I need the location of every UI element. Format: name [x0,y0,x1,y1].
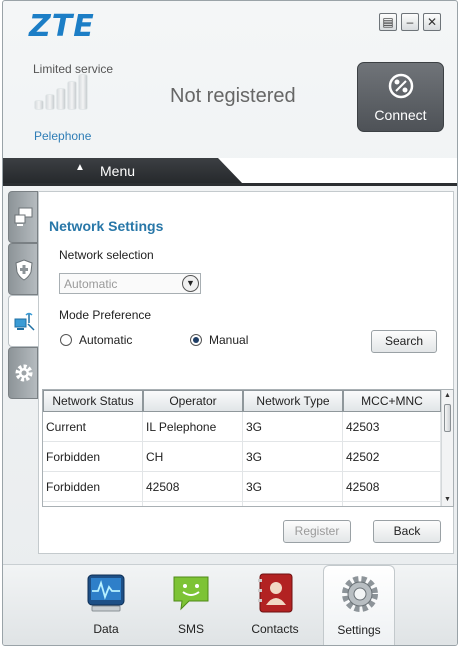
nav-contacts-label: Contacts [251,622,299,636]
minimize-icon[interactable]: – [401,13,419,31]
gear-icon [15,364,33,382]
connect-label: Connect [374,107,427,123]
menu-up-arrow-icon: ▲ [75,162,85,173]
network-selection-label: Network selection [59,248,154,262]
nav-settings-label: Settings [337,623,381,637]
connect-globe-icon [388,73,414,99]
back-button[interactable]: Back [373,520,441,543]
column-header[interactable]: Network Type [243,390,343,412]
scroll-up-icon[interactable]: ▲ [442,390,453,402]
restore-icon[interactable]: ▤ [379,13,397,31]
mode-manual-radio[interactable]: Manual [190,333,248,347]
service-status: Limited service [33,62,114,76]
signal-strength-icon [35,75,95,109]
cell-network-type: 3G [243,412,343,442]
empty-cell [143,502,243,506]
menu-divider [3,183,457,186]
registration-status: Not registered [170,85,296,107]
nav-sms-label: SMS [177,622,204,636]
nav-contacts[interactable]: Contacts [239,565,311,645]
window-controls: ▤ – ✕ [379,13,441,31]
cell-operator: IL Pelephone [143,412,243,442]
chevron-down-icon[interactable]: ▼ [182,275,199,292]
empty-cell [43,502,143,506]
zte-logo: ZTE [29,9,95,44]
menu-label: Menu [100,163,136,179]
network-settings-panel: Network Settings Network selection Autom… [38,191,454,554]
cell-mcc-mnc: 42503 [343,412,441,442]
radio-circle-selected[interactable] [190,334,202,346]
scrollbar-thumb[interactable] [444,404,451,432]
table-row-partial[interactable] [43,502,441,506]
gear-icon [342,576,378,612]
radio-circle[interactable] [60,334,72,346]
network-table: Network Status Operator Network Type MCC… [42,389,454,507]
operator-name: Pelephone [34,129,92,143]
connect-button[interactable]: Connect [357,62,444,132]
network-tab[interactable] [8,191,38,243]
column-header[interactable]: MCC+MNC [343,390,441,412]
page-title: Network Settings [49,218,164,234]
network-antenna-icon [14,312,35,331]
nav-data-label: Data [93,622,119,636]
contacts-book-icon [258,573,293,613]
app-window: ZTE ▤ – ✕ Limited service Pelephone Not … [2,0,458,646]
network-settings-tab[interactable] [8,295,40,347]
advanced-tab[interactable] [8,347,38,399]
network-selection-value: Automatic [64,277,118,291]
column-header[interactable]: Network Status [43,390,143,412]
scroll-down-icon[interactable]: ▼ [442,494,453,506]
cell-mcc-mnc: 42502 [343,442,441,472]
mode-automatic-radio[interactable]: Automatic [60,333,132,347]
table-row[interactable]: Forbidden CH 3G 42502 [43,442,441,472]
cell-network-status: Forbidden [43,442,143,472]
sms-icon [173,576,209,611]
cell-network-type: 3G [243,442,343,472]
shield-plus-icon [15,259,33,281]
table-row[interactable]: Current IL Pelephone 3G 42503 [43,412,441,442]
mode-automatic-label: Automatic [79,333,133,347]
security-tab[interactable] [8,243,38,295]
table-header: Network Status Operator Network Type MCC… [43,390,441,412]
cell-network-type: 3G [243,472,343,502]
nav-data[interactable]: Data [70,565,142,645]
cell-network-status: Current [43,412,143,442]
cell-network-status: Forbidden [43,472,143,502]
cell-mcc-mnc: 42508 [343,472,441,502]
empty-cell [243,502,343,506]
search-button[interactable]: Search [371,330,437,353]
close-icon[interactable]: ✕ [423,13,441,31]
cell-operator: 42508 [143,472,243,502]
column-header[interactable]: Operator [143,390,243,412]
bottom-nav: Data SMS Contacts Settings [3,564,457,645]
mode-manual-label: Manual [209,333,249,347]
register-button[interactable]: Register [283,520,351,543]
nav-settings[interactable]: Settings [323,565,395,645]
menu-button[interactable]: ▲ Menu [3,158,243,184]
table-scrollbar[interactable]: ▲ ▼ [441,390,453,506]
network-icon [14,207,33,226]
mode-preference-label: Mode Preference [59,308,152,322]
network-selection-dropdown[interactable]: Automatic ▼ [59,273,201,294]
nav-sms[interactable]: SMS [155,565,227,645]
menu-bar: ▲ Menu [3,158,457,186]
cell-operator: CH [143,442,243,472]
table-row[interactable]: Forbidden 42508 3G 42508 [43,472,441,502]
data-monitor-icon [87,574,125,612]
empty-cell [343,502,441,506]
